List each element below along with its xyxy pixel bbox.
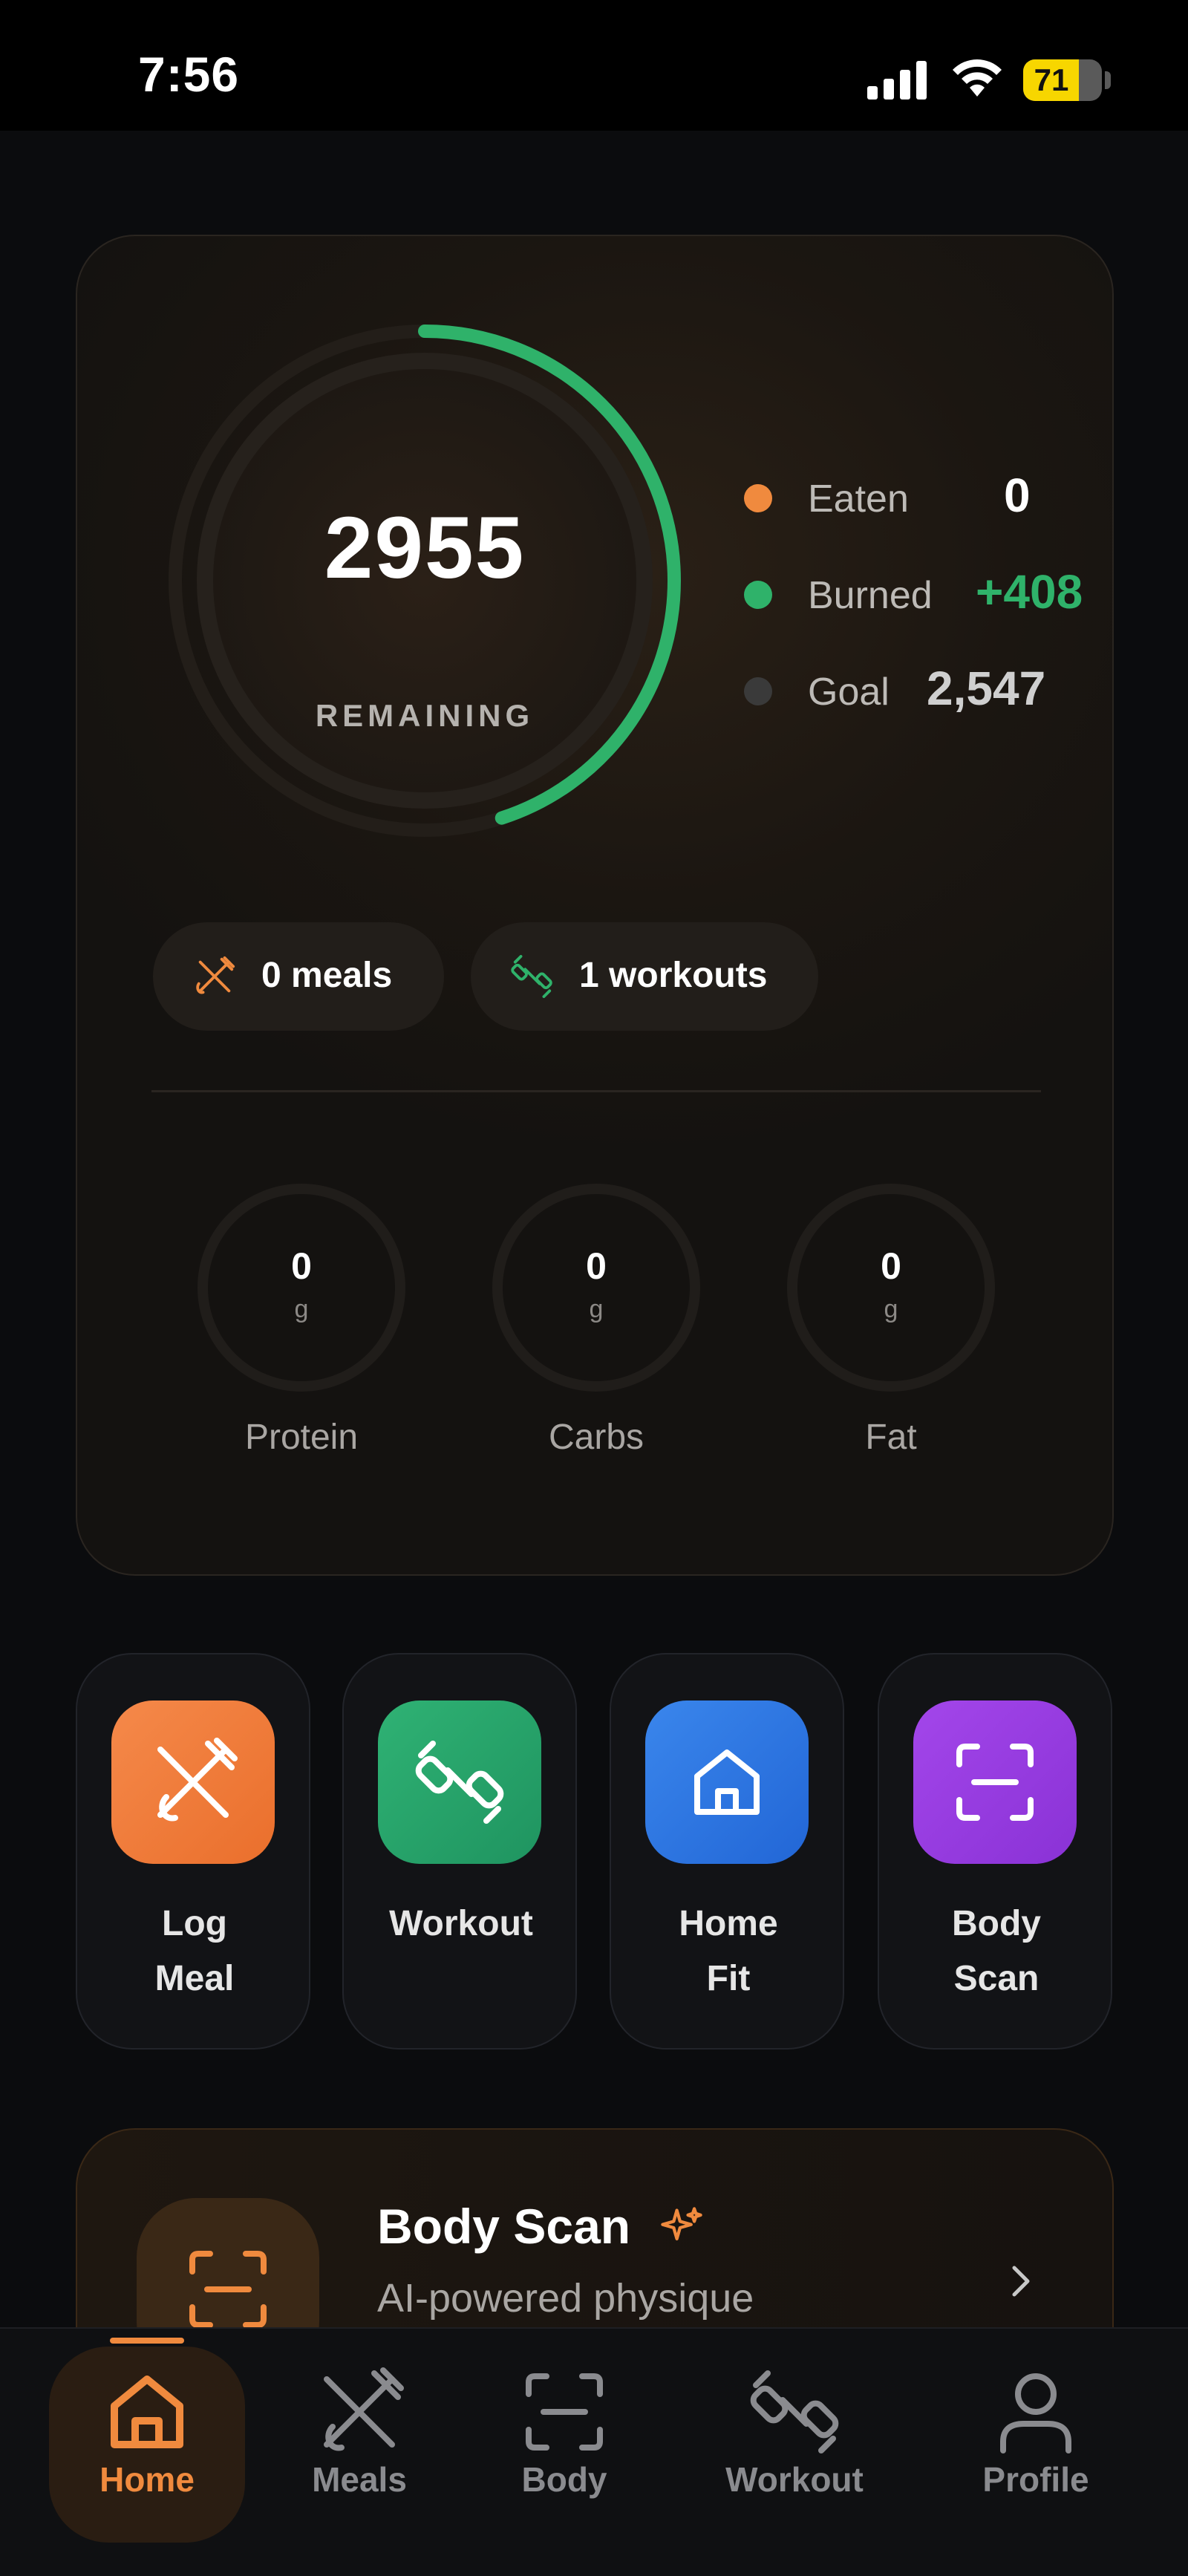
log-meal-line1: Log [162, 1904, 227, 1943]
tab-bar: Home Meals Body Workout Profile [0, 2327, 1188, 2576]
scan-icon [956, 1744, 1034, 1821]
tab-body[interactable]: Body [490, 2329, 639, 2551]
carbs-ring [492, 1184, 700, 1392]
tab-profile[interactable]: Profile [958, 2329, 1114, 2551]
workout-label: Workout [344, 1897, 578, 1951]
fork-knife-icon [157, 1738, 238, 1822]
eaten-dot [744, 484, 772, 512]
protein-label: Protein [244, 1418, 359, 1457]
home-fit-button[interactable]: Home Fit [610, 1653, 844, 2050]
tab-meals[interactable]: Meals [294, 2329, 425, 2551]
home-fit-line2: Fit [706, 1959, 751, 1998]
battery-icon: 71 [1023, 59, 1102, 101]
carbs-value: 0 [586, 1245, 607, 1287]
stat-goal-value: 2,547 [927, 662, 1046, 715]
banner-title: Body Scan [377, 2199, 631, 2254]
carbs-unit: g [589, 1295, 604, 1323]
stat-burned-value: +408 [976, 565, 1083, 619]
tab-home-label: Home [99, 2460, 195, 2499]
stat-goal-label: Goal [808, 671, 890, 714]
protein-ring [198, 1184, 405, 1392]
workout-line1: Workout [389, 1904, 533, 1943]
workout-button[interactable]: Workout [342, 1653, 577, 2050]
card-divider [151, 1090, 1041, 1092]
profile-icon [1000, 2373, 1071, 2453]
calorie-ring: 2955 REMAINING [157, 313, 692, 848]
banner-subtitle: AI-powered physique [377, 2276, 754, 2321]
tab-workout[interactable]: Workout [698, 2329, 891, 2551]
tab-profile-label: Profile [982, 2460, 1089, 2499]
status-bar: 7:56 71 [0, 0, 1188, 131]
scan-icon [526, 2373, 603, 2451]
fork-knife-icon [324, 2367, 404, 2451]
home-fit-line1: Home [679, 1904, 778, 1943]
fat-ring [787, 1184, 995, 1392]
body-scan-button[interactable]: Body Scan [878, 1653, 1112, 2050]
stat-eaten-label: Eaten [808, 477, 909, 521]
fat-label: Fat [865, 1418, 917, 1457]
protein-value: 0 [291, 1245, 312, 1287]
tab-meals-label: Meals [312, 2460, 407, 2499]
workouts-count-chip[interactable]: 1 workouts [471, 922, 818, 1031]
dumbbell-icon [415, 1741, 504, 1824]
fat-value: 0 [881, 1245, 901, 1287]
body-scan-tile [913, 1701, 1077, 1864]
sparkle-icon [661, 2207, 702, 2241]
workout-tile [378, 1701, 541, 1864]
goal-dot [744, 677, 772, 705]
dumbbell-icon [750, 2370, 839, 2453]
body-scan-line2: Scan [953, 1959, 1040, 1998]
scan-icon [189, 2251, 267, 2328]
log-meal-tile [111, 1701, 275, 1864]
home-icon [694, 1750, 760, 1815]
battery-level: 71 [1034, 62, 1069, 97]
meals-count-label: 0 meals [261, 956, 393, 995]
carbs-label: Carbs [548, 1418, 644, 1457]
status-time: 7:56 [138, 47, 240, 102]
chevron-right-icon [1012, 2266, 1030, 2297]
stat-burned-label: Burned [808, 574, 933, 617]
home-icon [111, 2376, 183, 2448]
calorie-summary-card: 2955 REMAINING Eaten 0 Burned +408 Goal … [76, 235, 1114, 1576]
tab-active-indicator [110, 2338, 184, 2344]
fat-unit: g [884, 1295, 898, 1323]
dumbbell-icon [511, 955, 552, 998]
fork-knife-crossed-icon [196, 956, 235, 994]
protein-unit: g [294, 1295, 309, 1323]
remaining-calories: 2955 [324, 499, 526, 597]
body-scan-line1: Body [952, 1904, 1041, 1943]
body-scan-label: Body Scan [879, 1897, 1114, 2006]
remaining-label: REMAINING [315, 698, 535, 733]
home-fit-label: Home Fit [611, 1897, 846, 2006]
workouts-count-label: 1 workouts [579, 956, 768, 995]
cellular-signal-icon [867, 61, 927, 100]
stat-eaten-value: 0 [1004, 469, 1031, 522]
tab-body-label: Body [521, 2460, 607, 2499]
wifi-icon [953, 59, 1002, 97]
tab-workout-label: Workout [725, 2460, 864, 2499]
log-meal-line2: Meal [154, 1959, 235, 1998]
log-meal-button[interactable]: Log Meal [76, 1653, 310, 2050]
home-fit-tile [645, 1701, 809, 1864]
log-meal-label: Log Meal [77, 1897, 312, 2006]
burned-dot [744, 581, 772, 609]
tab-home[interactable]: Home [0, 2329, 294, 2551]
meals-count-chip[interactable]: 0 meals [153, 922, 444, 1031]
battery-tip [1105, 71, 1111, 89]
